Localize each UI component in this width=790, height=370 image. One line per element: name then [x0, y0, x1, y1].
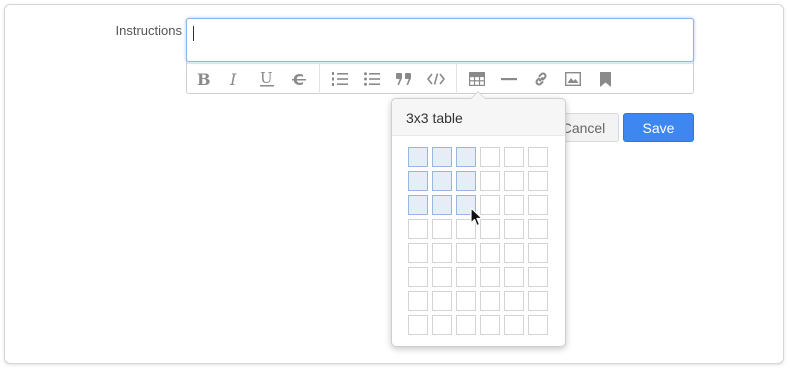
image-icon[interactable] — [561, 68, 585, 90]
table-grid-cell[interactable] — [408, 243, 428, 263]
table-grid-cell[interactable] — [456, 243, 476, 263]
instructions-input[interactable] — [186, 18, 694, 62]
table-grid-cell[interactable] — [504, 291, 524, 311]
table-grid-cell[interactable] — [528, 171, 548, 191]
save-button[interactable]: Save — [623, 113, 694, 142]
toolbar-separator — [456, 64, 457, 94]
table-grid-cell[interactable] — [528, 195, 548, 215]
table-grid-cell[interactable] — [504, 243, 524, 263]
unordered-list-icon[interactable] — [360, 68, 384, 90]
table-grid-cell[interactable] — [432, 219, 452, 239]
table-grid-cell[interactable] — [456, 171, 476, 191]
horizontal-rule-icon[interactable] — [497, 68, 521, 90]
table-grid-cell[interactable] — [456, 291, 476, 311]
table-grid-cell[interactable] — [528, 219, 548, 239]
table-grid-cell[interactable] — [480, 315, 500, 335]
table-grid-cell[interactable] — [528, 147, 548, 167]
italic-icon[interactable]: I — [223, 68, 247, 90]
toolbar-separator — [319, 64, 320, 94]
svg-text:I: I — [229, 71, 237, 87]
table-grid-cell[interactable] — [528, 315, 548, 335]
table-grid-cell[interactable] — [432, 195, 452, 215]
table-grid-cell[interactable] — [408, 147, 428, 167]
text-caret — [193, 26, 194, 41]
table-grid-cell[interactable] — [480, 147, 500, 167]
table-grid-cell[interactable] — [480, 195, 500, 215]
table-grid-cell[interactable] — [504, 171, 524, 191]
table-grid-cell[interactable] — [528, 243, 548, 263]
table-grid-cell[interactable] — [408, 195, 428, 215]
table-grid-cell[interactable] — [456, 315, 476, 335]
svg-text:U: U — [260, 70, 273, 87]
ordered-list-icon[interactable] — [328, 68, 352, 90]
table-grid-cell[interactable] — [456, 267, 476, 287]
link-icon[interactable] — [529, 68, 553, 90]
table-grid-cell[interactable] — [480, 171, 500, 191]
table-grid-cell[interactable] — [528, 291, 548, 311]
table-grid-cell[interactable] — [456, 219, 476, 239]
table-grid-cell[interactable] — [408, 219, 428, 239]
svg-text:B: B — [197, 71, 210, 87]
table-grid-cell[interactable] — [432, 267, 452, 287]
popup-arrow-inner — [471, 92, 485, 99]
table-picker-header: 3x3 table — [392, 99, 565, 136]
blockquote-icon[interactable] — [392, 68, 416, 90]
table-icon[interactable] — [465, 68, 489, 90]
strikethrough-icon[interactable]: C — [287, 68, 311, 90]
table-grid-cell[interactable] — [432, 315, 452, 335]
table-grid-cell[interactable] — [504, 219, 524, 239]
table-grid-cell[interactable] — [504, 147, 524, 167]
rich-text-editor: B I U C — [186, 18, 694, 94]
code-icon[interactable] — [424, 68, 448, 90]
table-grid-cell[interactable] — [480, 219, 500, 239]
table-grid-cell[interactable] — [408, 171, 428, 191]
table-grid-cell[interactable] — [408, 291, 428, 311]
table-grid-cell[interactable] — [432, 171, 452, 191]
underline-icon[interactable]: U — [255, 68, 279, 90]
table-grid-cell[interactable] — [408, 267, 428, 287]
table-grid-cell[interactable] — [432, 243, 452, 263]
table-grid-cell[interactable] — [456, 195, 476, 215]
table-grid-cell[interactable] — [432, 291, 452, 311]
table-grid-cell[interactable] — [456, 147, 476, 167]
table-grid-cell[interactable] — [528, 267, 548, 287]
table-size-picker: 3x3 table — [391, 91, 566, 347]
instructions-label: Instructions — [115, 23, 182, 38]
bookmark-icon[interactable] — [593, 68, 617, 90]
table-grid-cell[interactable] — [480, 243, 500, 263]
editor-toolbar: B I U C — [187, 63, 693, 94]
table-grid-cell[interactable] — [504, 195, 524, 215]
table-grid-cell[interactable] — [408, 315, 428, 335]
bold-icon[interactable]: B — [191, 68, 215, 90]
table-grid-cell[interactable] — [480, 291, 500, 311]
table-grid-cell[interactable] — [504, 267, 524, 287]
table-grid-cell[interactable] — [504, 315, 524, 335]
table-size-label: 3x3 table — [406, 110, 463, 126]
table-grid-cell[interactable] — [432, 147, 452, 167]
table-grid-cell[interactable] — [480, 267, 500, 287]
